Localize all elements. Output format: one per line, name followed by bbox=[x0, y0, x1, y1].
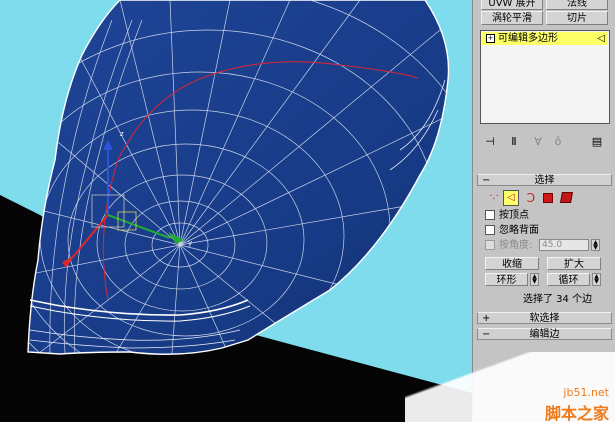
ring-button[interactable]: 环形 bbox=[485, 273, 528, 286]
subobject-buttons: ·.· ◁ Ɔ bbox=[485, 190, 605, 206]
by-vertex-checkbox[interactable]: 按顶点 bbox=[485, 210, 529, 222]
polygon-icon[interactable] bbox=[543, 193, 553, 203]
angle-spinner[interactable]: ▲ ▼ bbox=[591, 239, 600, 251]
loop-spinner[interactable]: ▲ ▼ bbox=[592, 273, 601, 286]
watermark-name: 脚本之家 bbox=[544, 404, 609, 422]
watermark-corner: jb51.net 脚本之家 bbox=[405, 352, 615, 422]
expand-icon: + bbox=[482, 313, 491, 324]
watermark-site: jb51.net bbox=[563, 386, 609, 399]
slice-button[interactable]: 切片 bbox=[546, 11, 608, 25]
shrink-button[interactable]: 收缩 bbox=[485, 257, 539, 270]
edge-icon[interactable]: ◁ bbox=[503, 190, 519, 206]
border-icon[interactable]: Ɔ bbox=[523, 190, 539, 206]
by-angle-label: 按角度: bbox=[499, 240, 533, 251]
stack-item-editable-poly[interactable]: + 可编辑多边形 ◁ bbox=[482, 32, 608, 45]
selection-rollout-header[interactable]: − 选择 bbox=[477, 174, 612, 186]
uvw-unwrap-button[interactable]: UVW 展开 bbox=[481, 0, 543, 10]
viewport[interactable]: z y bbox=[0, 0, 472, 422]
loop-button[interactable]: 循环 bbox=[547, 273, 590, 286]
stack-item-label: 可编辑多边形 bbox=[498, 33, 558, 44]
vertex-icon[interactable]: ·.· bbox=[487, 191, 501, 205]
soft-selection-rollout-header[interactable]: + 软选择 bbox=[477, 312, 612, 324]
viewport-canvas[interactable]: z y bbox=[0, 0, 472, 422]
remove-modifier-icon[interactable]: ô bbox=[551, 134, 565, 150]
configure-sets-icon[interactable]: ▤ bbox=[589, 134, 605, 150]
checkbox-box bbox=[485, 210, 495, 220]
collapse-icon: − bbox=[482, 329, 491, 340]
element-icon[interactable] bbox=[560, 192, 573, 203]
turbosmooth-button[interactable]: 涡轮平滑 bbox=[481, 11, 543, 25]
ignore-backfacing-checkbox[interactable]: 忽略背面 bbox=[485, 225, 539, 237]
app-window: z y UVW 展开 法线 涡轮平滑 切片 + 可编辑多边形 ◁ ⊣ Ⅱ ∀ ô… bbox=[0, 0, 615, 422]
edit-edges-rollout-header[interactable]: − 编辑边 bbox=[477, 328, 612, 340]
selection-rollout-title: 选择 bbox=[534, 175, 555, 186]
svg-text:z: z bbox=[120, 130, 124, 138]
soft-selection-title: 软选择 bbox=[529, 313, 560, 324]
make-unique-icon[interactable]: ∀ bbox=[531, 134, 545, 150]
by-vertex-label: 按顶点 bbox=[499, 210, 529, 221]
angle-field[interactable]: 45.0 bbox=[539, 239, 589, 251]
pin-stack-icon[interactable]: ⊣ bbox=[483, 134, 497, 150]
selection-status: 选择了 34 个边 bbox=[523, 294, 593, 305]
ignore-backfacing-label: 忽略背面 bbox=[499, 225, 539, 236]
show-end-result-icon[interactable]: Ⅱ bbox=[507, 134, 521, 150]
by-angle-checkbox[interactable]: 按角度: bbox=[485, 240, 532, 252]
edit-edges-title: 编辑边 bbox=[529, 329, 560, 340]
normals-button[interactable]: 法线 bbox=[546, 0, 608, 10]
modifier-stack[interactable]: + 可编辑多边形 ◁ bbox=[480, 30, 610, 124]
grow-button[interactable]: 扩大 bbox=[547, 257, 601, 270]
ring-spinner[interactable]: ▲ ▼ bbox=[530, 273, 539, 286]
checkbox-box bbox=[485, 225, 495, 235]
collapse-icon: − bbox=[482, 175, 491, 186]
wedge-icon: ◁ bbox=[597, 33, 605, 44]
svg-text:y: y bbox=[188, 239, 192, 247]
expand-icon[interactable]: + bbox=[486, 33, 495, 43]
checkbox-box bbox=[485, 240, 495, 250]
